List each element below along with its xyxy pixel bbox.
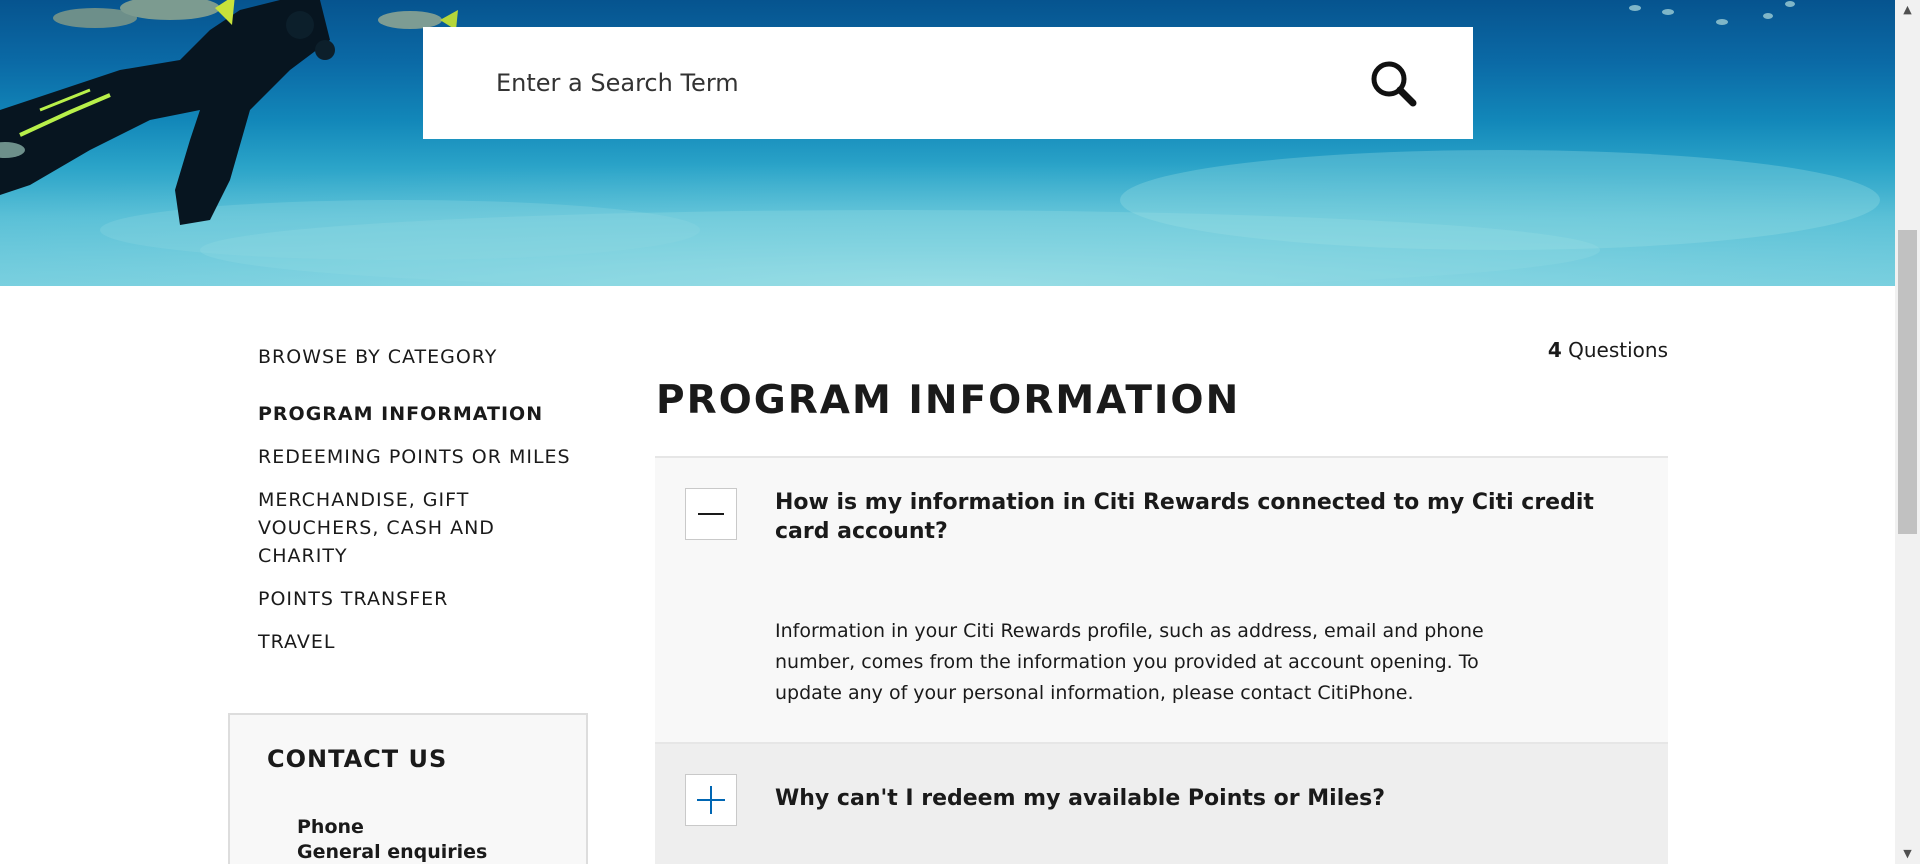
- page: BROWSE BY CATEGORY PROGRAM INFORMATION R…: [0, 0, 1920, 864]
- scrollbar-thumb[interactable]: [1898, 230, 1917, 534]
- general-enquiries-label: General enquiries: [297, 841, 488, 863]
- search-input[interactable]: [496, 57, 1356, 109]
- category-program-information[interactable]: PROGRAM INFORMATION: [258, 400, 588, 428]
- hero-banner: [0, 0, 1895, 286]
- category-sidebar: BROWSE BY CATEGORY PROGRAM INFORMATION R…: [258, 340, 598, 671]
- expand-toggle-button[interactable]: [685, 774, 737, 826]
- plus-icon: [697, 786, 725, 814]
- faq-question[interactable]: How is my information in Citi Rewards co…: [775, 488, 1605, 546]
- minus-icon: [698, 513, 724, 515]
- contact-us-card: CONTACT US Phone General enquiries: [228, 713, 588, 864]
- category-travel[interactable]: TRAVEL: [258, 628, 588, 656]
- contact-us-heading: CONTACT US: [267, 745, 448, 773]
- collapse-toggle-button[interactable]: [685, 488, 737, 540]
- questions-count-label: Questions: [1568, 338, 1668, 362]
- scroll-down-arrow-icon[interactable]: ▼: [1895, 844, 1920, 864]
- questions-count: 4 Questions: [1548, 338, 1668, 362]
- category-list: PROGRAM INFORMATION REDEEMING POINTS OR …: [258, 400, 598, 656]
- questions-count-number: 4: [1547, 338, 1562, 362]
- faq-answer: Information in your Citi Rewards profile…: [775, 620, 1484, 704]
- category-redeeming-points[interactable]: REDEEMING POINTS OR MILES: [258, 443, 588, 471]
- search-icon[interactable]: [1367, 57, 1421, 111]
- category-points-transfer[interactable]: POINTS TRANSFER: [258, 585, 588, 613]
- faq-list: How is my information in Citi Rewards co…: [655, 456, 1668, 864]
- browse-by-category-heading: BROWSE BY CATEGORY: [258, 346, 498, 368]
- faq-question[interactable]: Why can't I redeem my available Points o…: [775, 784, 1605, 813]
- phone-label: Phone: [297, 816, 364, 838]
- category-merchandise-gift-vouchers[interactable]: MERCHANDISE, GIFT VOUCHERS, CASH AND CHA…: [258, 486, 588, 570]
- page-title: PROGRAM INFORMATION: [656, 378, 1241, 423]
- contact-phone: Phone General enquiries: [297, 815, 487, 864]
- scroll-up-arrow-icon[interactable]: ▲: [1895, 0, 1920, 20]
- vertical-scrollbar[interactable]: ▲ ▼: [1895, 0, 1920, 864]
- faq-item: How is my information in Citi Rewards co…: [655, 456, 1668, 742]
- search-box: [423, 27, 1473, 139]
- faq-item: Why can't I redeem my available Points o…: [655, 742, 1668, 864]
